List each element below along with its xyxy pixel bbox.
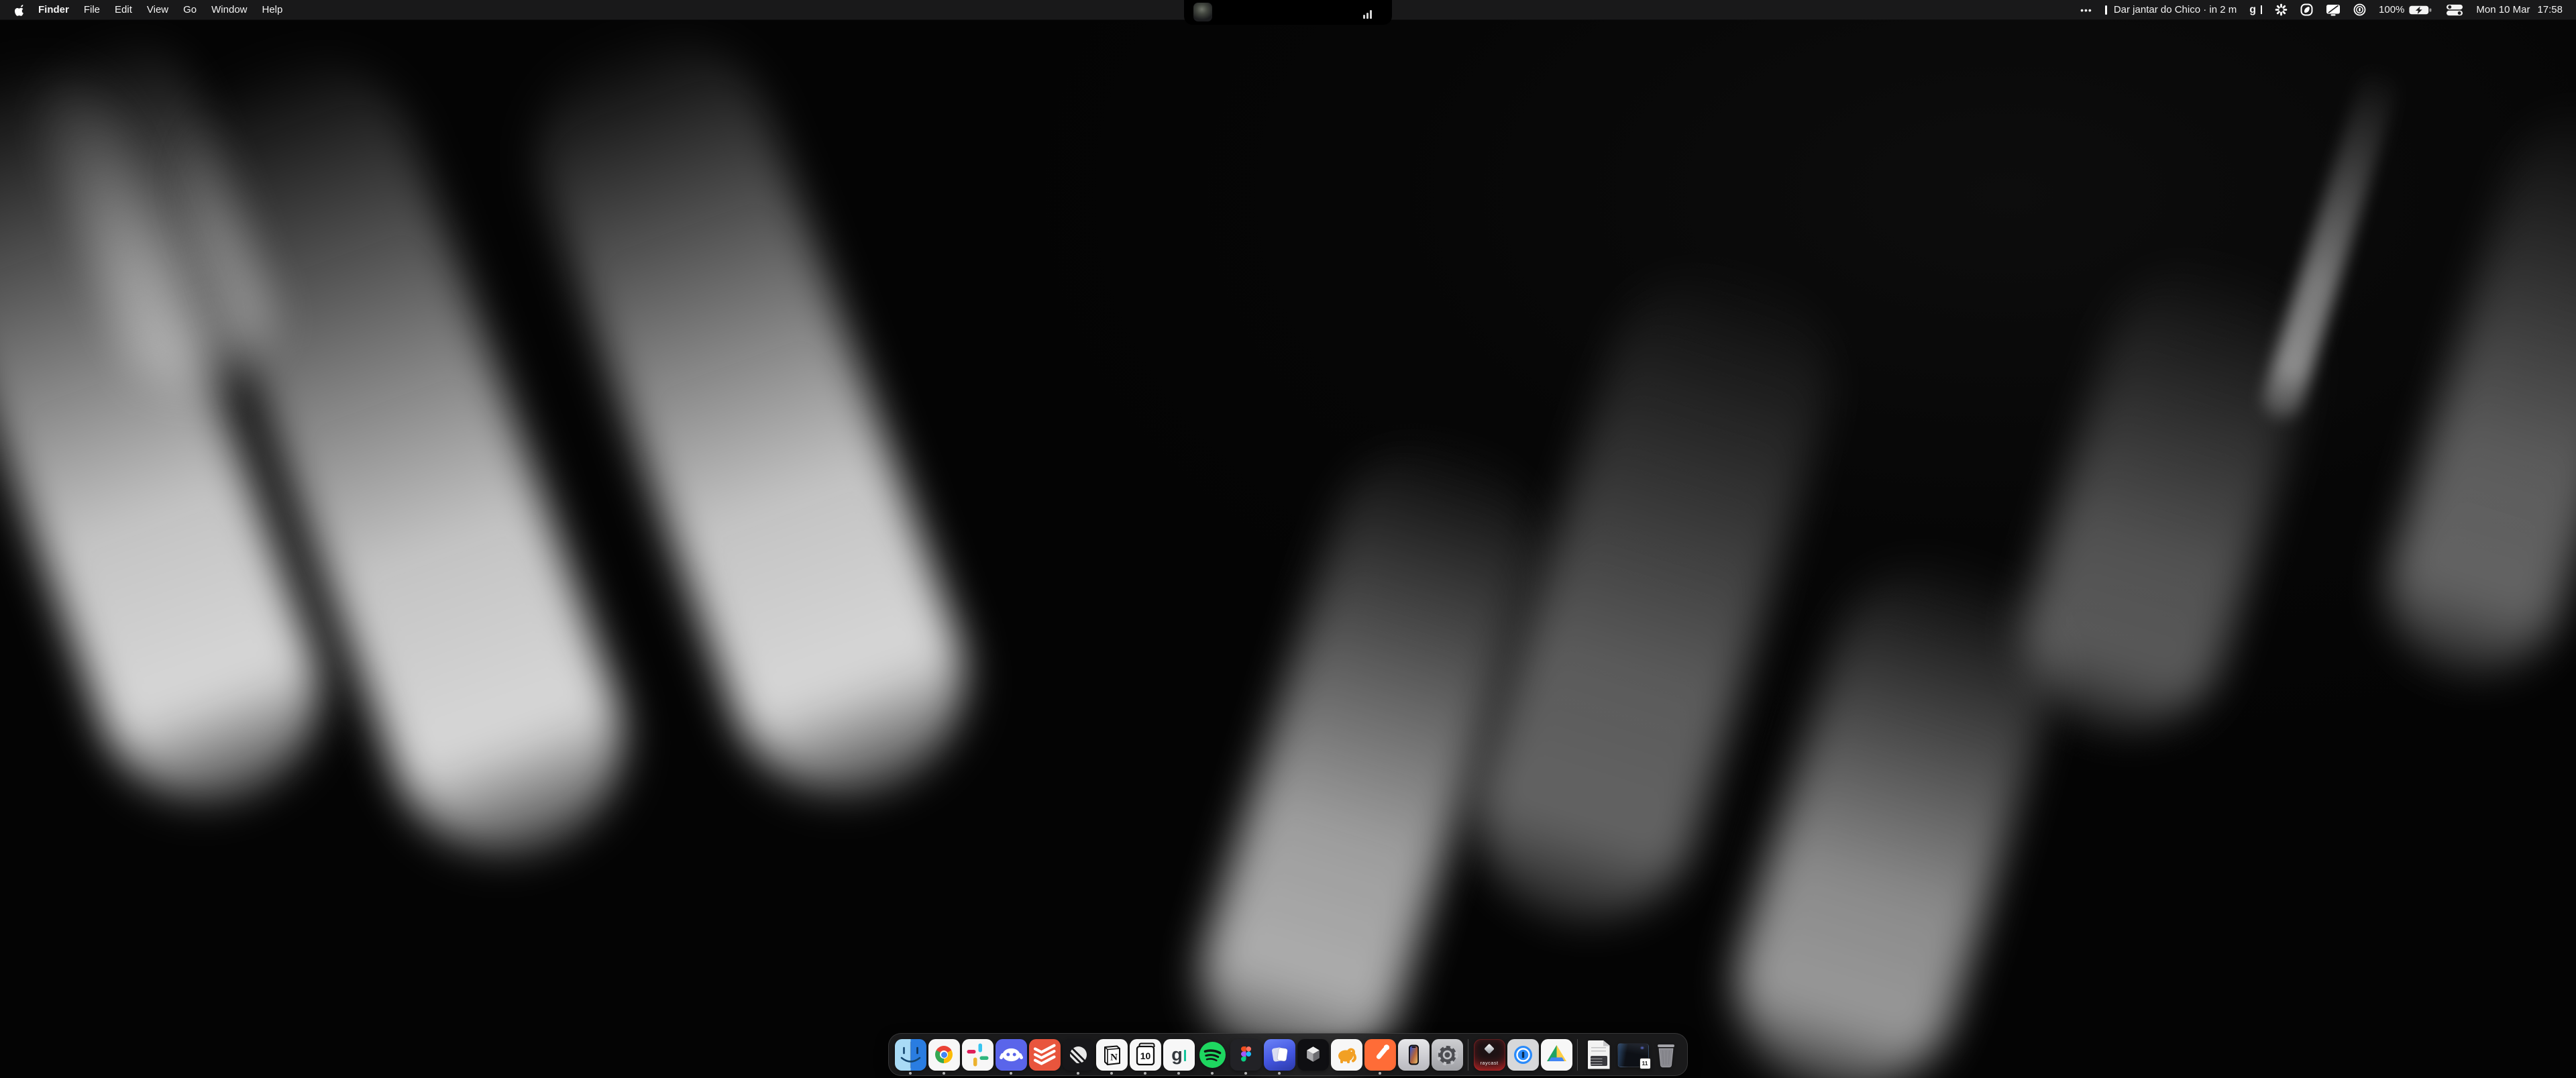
trash-icon (1650, 1039, 1682, 1071)
svg-text:N: N (1110, 1052, 1118, 1063)
sunburst-icon[interactable] (2275, 3, 2288, 16)
page-fold (1603, 1040, 1610, 1046)
wallpaper-blade (2000, 236, 2333, 757)
notion-calendar-icon: 10 (1130, 1039, 1161, 1071)
finder-icon (895, 1039, 926, 1071)
wallpaper-blade (1709, 530, 2081, 1078)
document-label-block (1591, 1056, 1607, 1066)
figma-icon (1230, 1039, 1262, 1071)
control-center-icon[interactable] (2446, 4, 2463, 16)
dock-item-grammarly[interactable]: g (1163, 1039, 1195, 1071)
system-settings-gear-icon (1432, 1039, 1463, 1071)
onepassword-app-icon (1507, 1039, 1539, 1071)
minimized-window-thumbnail: 11 (1617, 1039, 1648, 1071)
audio-bars-icon (1363, 10, 1372, 19)
dock-item-spotify[interactable] (1197, 1039, 1228, 1071)
menu-bar-date: Mon 10 Mar (2476, 4, 2530, 15)
dock-item-screen-app[interactable] (1264, 1039, 1295, 1071)
reminder-separator-icon (2105, 5, 2107, 15)
blue-windows-app-icon (1264, 1039, 1295, 1071)
wallpaper-blade (2366, 81, 2576, 697)
app-menu-finder[interactable]: Finder (31, 0, 76, 19)
reminder-menu-item[interactable]: Dar jantar do Chico · in 2 m (2114, 4, 2237, 15)
menubar-overflow-icon[interactable]: ••• (2080, 5, 2092, 15)
google-drive-icon (1541, 1039, 1572, 1071)
dock-item-chrome[interactable] (928, 1039, 960, 1071)
display-mirroring-icon[interactable] (2326, 4, 2341, 16)
wallpaper-blade (2259, 62, 2403, 423)
apple-logo-icon (15, 4, 24, 16)
dock-item-notion-calendar[interactable]: 10 (1130, 1039, 1161, 1071)
album-art-thumbnail[interactable] (1193, 3, 1212, 21)
dock-item-system-settings[interactable] (1432, 1039, 1463, 1071)
notch-now-playing-widget[interactable] (1184, 0, 1392, 25)
notion-icon: N (1096, 1039, 1128, 1071)
menu-bar-clock[interactable]: Mon 10 Mar 17:58 (2476, 4, 2563, 15)
menu-bar-status: ••• Dar jantar do Chico · in 2 m g (2080, 0, 2576, 19)
capture-shape-icon[interactable] (2300, 3, 2313, 16)
document-text-lines (1591, 1047, 1606, 1054)
menu-go[interactable]: Go (176, 0, 204, 19)
grammarly-icon[interactable]: g (2249, 5, 2262, 15)
calendar-badge: 11 (1640, 1058, 1651, 1069)
dock-item-raycast[interactable]: raycast (1474, 1039, 1505, 1071)
slack-icon (962, 1039, 994, 1071)
onepassword-icon[interactable] (2353, 3, 2366, 16)
dock-item-trash[interactable] (1650, 1039, 1682, 1071)
menu-view[interactable]: View (140, 0, 176, 19)
desktop: Finder File Edit View Go Window Help •••… (0, 0, 2576, 1078)
cube-3d-app-icon (1297, 1039, 1329, 1071)
dock-item-postgres[interactable] (1331, 1039, 1362, 1071)
dock-item-minimized-window[interactable]: 11 (1617, 1039, 1648, 1071)
dock-item-discord[interactable] (996, 1039, 1027, 1071)
dock-item-cube-3d[interactable] (1297, 1039, 1329, 1071)
iphone-mirroring-icon (1398, 1039, 1430, 1071)
todoist-icon (1029, 1039, 1061, 1071)
dock-item-figma[interactable] (1230, 1039, 1262, 1071)
document-file-icon (1583, 1039, 1615, 1071)
dock-item-linear[interactable] (1063, 1039, 1094, 1071)
dock-separator (1577, 1039, 1578, 1071)
grammarly-app-icon: g (1163, 1039, 1195, 1071)
dock-item-iphone-mirroring[interactable] (1398, 1039, 1430, 1071)
menu-file[interactable]: File (76, 0, 107, 19)
dock: N 10 g (888, 1033, 1688, 1076)
postgres-elephant-icon (1331, 1039, 1362, 1071)
dock-item-finder[interactable] (895, 1039, 926, 1071)
dock-item-google-drive[interactable] (1541, 1039, 1572, 1071)
apple-menu[interactable] (8, 4, 31, 16)
battery-percent: 100% (2379, 4, 2404, 15)
dock-item-notion[interactable]: N (1096, 1039, 1128, 1071)
battery-status[interactable]: 100% (2379, 4, 2433, 16)
spotify-icon (1197, 1039, 1228, 1071)
menu-help[interactable]: Help (255, 0, 290, 19)
postman-icon (1364, 1039, 1396, 1071)
wallpaper (0, 0, 2576, 1078)
menu-edit[interactable]: Edit (107, 0, 140, 19)
linear-icon (1063, 1039, 1094, 1071)
chrome-icon (928, 1039, 960, 1071)
raycast-icon: raycast (1474, 1039, 1505, 1071)
discord-icon (996, 1039, 1027, 1071)
raycast-diamond-icon (1484, 1043, 1495, 1054)
dock-item-postman[interactable] (1364, 1039, 1396, 1071)
dock-item-1password[interactable] (1507, 1039, 1539, 1071)
battery-charging-icon (2408, 4, 2433, 16)
menu-window[interactable]: Window (204, 0, 254, 19)
raycast-label: raycast (1474, 1060, 1505, 1066)
calendar-day-number: 10 (1140, 1050, 1150, 1061)
dock-item-slack[interactable] (962, 1039, 994, 1071)
menu-bar-time: 17:58 (2537, 4, 2563, 15)
menu-bar-left: Finder File Edit View Go Window Help (0, 0, 290, 19)
dock-item-todoist[interactable] (1029, 1039, 1061, 1071)
dock-item-document[interactable] (1583, 1039, 1615, 1071)
